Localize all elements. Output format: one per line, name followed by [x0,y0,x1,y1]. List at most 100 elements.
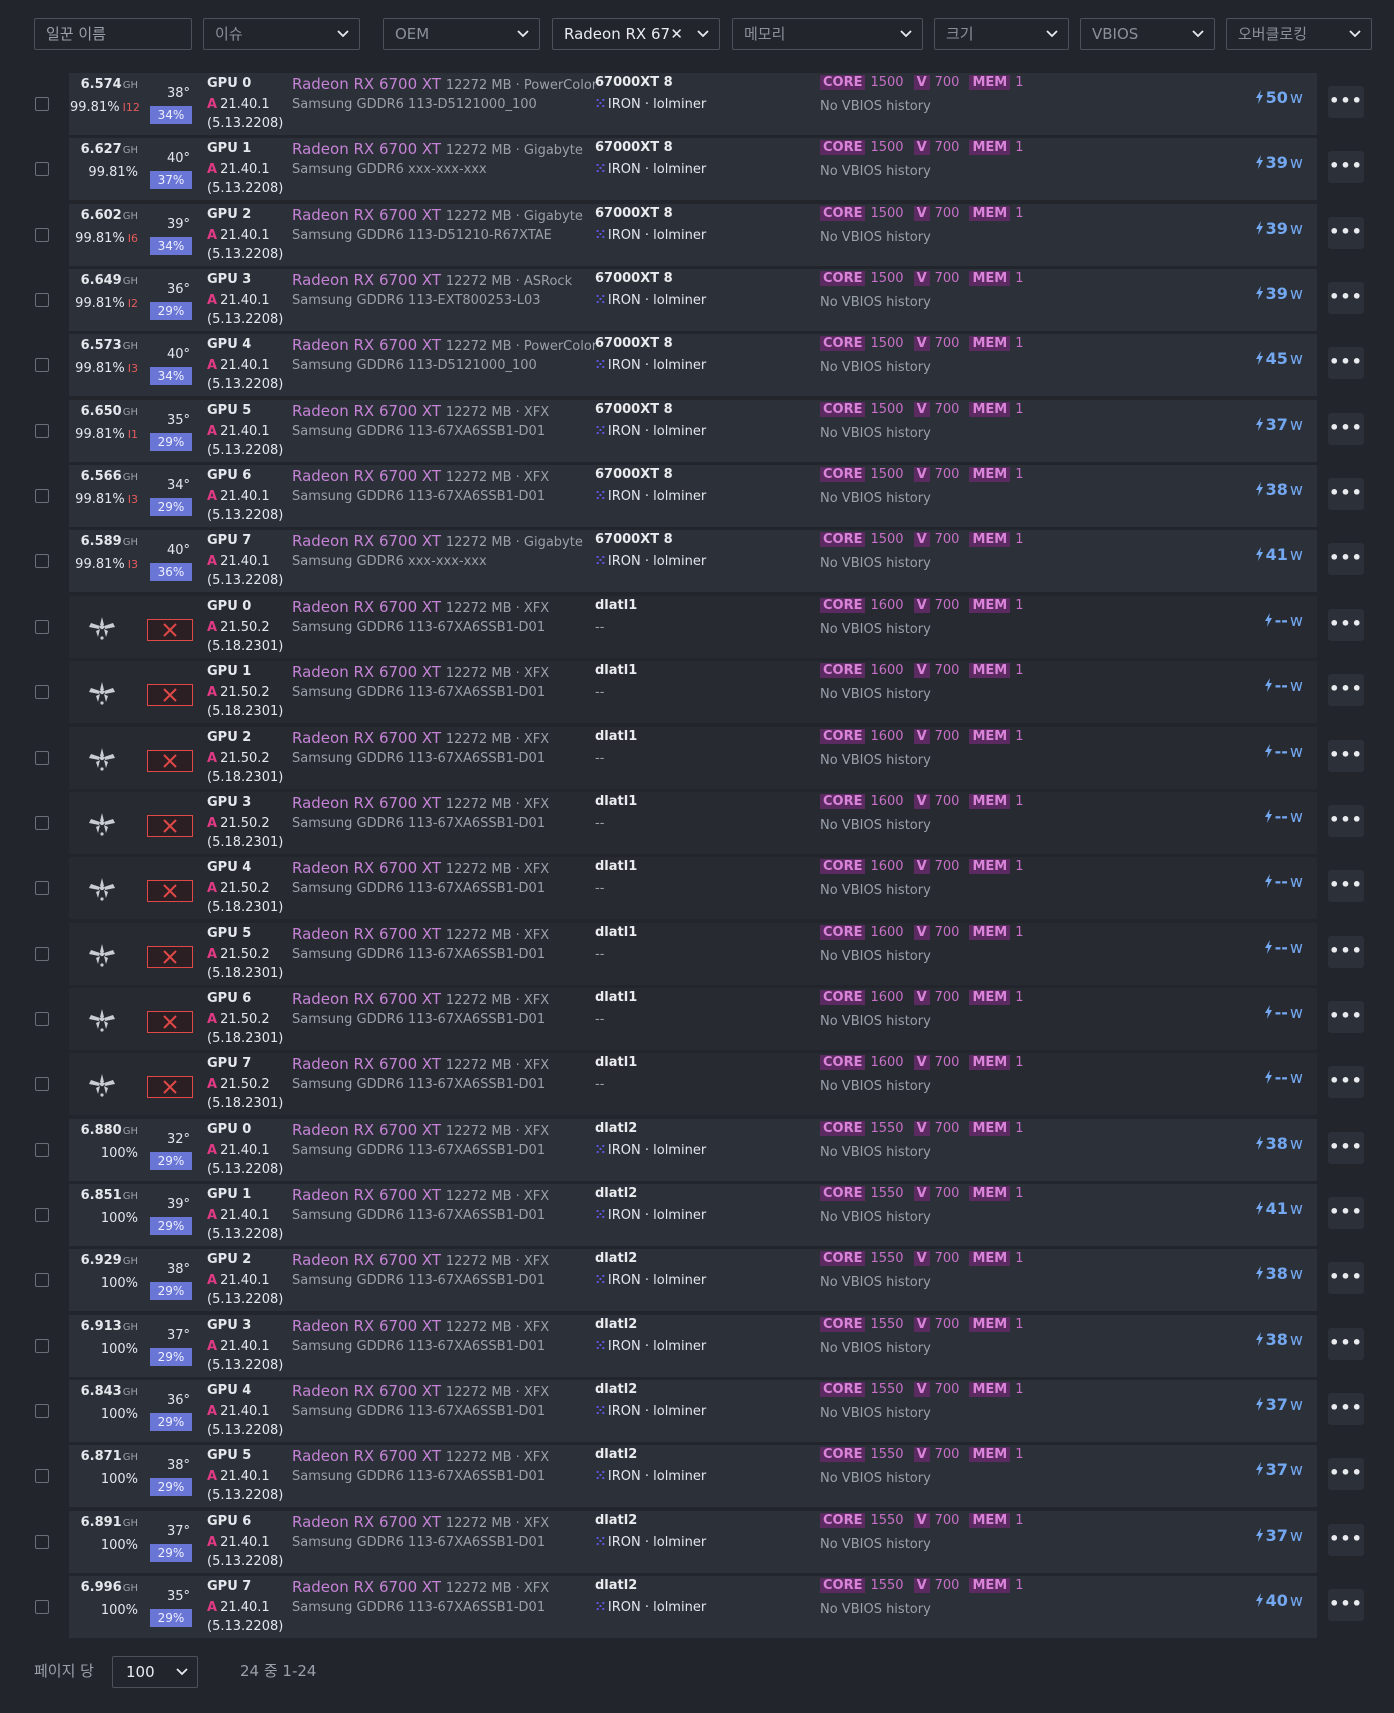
rig-name[interactable]: dlatl1 [595,729,637,744]
rig-name[interactable]: dlatl2 [595,1186,637,1201]
gpu-model-link[interactable]: Radeon RX 6700 XT [292,663,441,681]
rig-name[interactable]: dlatl1 [595,1055,637,1070]
row-checkbox[interactable] [35,881,49,895]
more-actions-button[interactable]: ••• [1328,1458,1364,1490]
more-actions-button[interactable]: ••• [1328,1197,1364,1229]
issue-filter-select[interactable]: 이슈 [203,18,360,50]
table-row[interactable]: 6.573GH 99.81% I3 40° 34% GPU 4 A 21.40.1 (5.13.… [0,333,1394,397]
rig-name[interactable]: dlatl1 [595,990,637,1005]
more-actions-button[interactable]: ••• [1328,805,1364,837]
row-checkbox[interactable] [35,293,49,307]
rig-name[interactable]: 67000XT 8 [595,271,673,286]
overclock-filter-select[interactable]: 오버클로킹 [1226,18,1372,50]
oem-filter-select[interactable]: OEM [383,18,540,50]
gpu-model-link[interactable]: Radeon RX 6700 XT [292,990,441,1008]
table-row[interactable]: 6.589GH 99.81% I3 40° 36% GPU 7 A 21.40.1 (5.13.… [0,529,1394,593]
row-checkbox[interactable] [35,1077,49,1091]
table-row[interactable]: GPU 5 A 21.50.2 (5.18.2301) Radeon RX 6700 X… [0,922,1394,986]
table-row[interactable]: 6.913GH 100% 37° 29% GPU 3 A 21.40.1 (5.13.2208… [0,1314,1394,1378]
rig-name[interactable]: dlatl1 [595,859,637,874]
rig-name[interactable]: dlatl2 [595,1317,637,1332]
more-actions-button[interactable]: ••• [1328,1328,1364,1360]
row-checkbox[interactable] [35,1339,49,1353]
table-row[interactable]: 6.880GH 100% 32° 29% GPU 0 A 21.40.1 (5.13.2208… [0,1118,1394,1182]
gpu-model-link[interactable]: Radeon RX 6700 XT [292,1186,441,1204]
gpu-model-link[interactable]: Radeon RX 6700 XT [292,271,441,289]
rig-name[interactable]: 67000XT 8 [595,336,673,351]
gpu-model-link[interactable]: Radeon RX 6700 XT [292,925,441,943]
per-page-select[interactable]: 100 [112,1656,198,1688]
rig-name[interactable]: 67000XT 8 [595,140,673,155]
gpu-model-link[interactable]: Radeon RX 6700 XT [292,1513,441,1531]
size-filter-select[interactable]: 크기 [934,18,1069,50]
gpu-model-link[interactable]: Radeon RX 6700 XT [292,532,441,550]
gpu-model-link[interactable]: Radeon RX 6700 XT [292,75,441,93]
vbios-filter-select[interactable]: VBIOS [1080,18,1215,50]
rig-name[interactable]: 67000XT 8 [595,532,673,547]
table-row[interactable]: GPU 3 A 21.50.2 (5.18.2301) Radeon RX 6700 X… [0,791,1394,855]
gpu-model-link[interactable]: Radeon RX 6700 XT [292,140,441,158]
row-checkbox[interactable] [35,1404,49,1418]
rig-name[interactable]: dlatl2 [595,1578,637,1593]
clear-icon[interactable]: ✕ [670,19,683,49]
more-actions-button[interactable]: ••• [1328,478,1364,510]
row-checkbox[interactable] [35,1012,49,1026]
rig-name[interactable]: dlatl1 [595,598,637,613]
more-actions-button[interactable]: ••• [1328,347,1364,379]
row-checkbox[interactable] [35,162,49,176]
row-checkbox[interactable] [35,1143,49,1157]
row-checkbox[interactable] [35,947,49,961]
table-row[interactable]: GPU 7 A 21.50.2 (5.18.2301) Radeon RX 6700 X… [0,1052,1394,1116]
row-checkbox[interactable] [35,685,49,699]
table-row[interactable]: 6.574GH 99.81% I12 38° 34% GPU 0 A 21.40.1 (5.13… [0,72,1394,136]
row-checkbox[interactable] [35,358,49,372]
gpu-model-link[interactable]: Radeon RX 6700 XT [292,336,441,354]
row-checkbox[interactable] [35,1208,49,1222]
memory-filter-select[interactable]: 메모리 [732,18,923,50]
rig-name[interactable]: dlatl2 [595,1513,637,1528]
more-actions-button[interactable]: ••• [1328,1589,1364,1621]
model-filter-select[interactable]: Radeon RX 67 ✕ [552,18,720,50]
more-actions-button[interactable]: ••• [1328,870,1364,902]
table-row[interactable]: 6.843GH 100% 36° 29% GPU 4 A 21.40.1 (5.13.2208… [0,1379,1394,1443]
table-row[interactable]: 6.650GH 99.81% I1 35° 29% GPU 5 A 21.40.1 (5.13.… [0,399,1394,463]
row-checkbox[interactable] [35,1469,49,1483]
gpu-model-link[interactable]: Radeon RX 6700 XT [292,467,441,485]
gpu-model-link[interactable]: Radeon RX 6700 XT [292,1317,441,1335]
more-actions-button[interactable]: ••• [1328,936,1364,968]
rig-name[interactable]: dlatl1 [595,794,637,809]
gpu-model-link[interactable]: Radeon RX 6700 XT [292,1055,441,1073]
table-row[interactable]: 6.891GH 100% 37° 29% GPU 6 A 21.40.1 (5.13.2208… [0,1510,1394,1574]
row-checkbox[interactable] [35,228,49,242]
rig-name[interactable]: dlatl1 [595,663,637,678]
gpu-model-link[interactable]: Radeon RX 6700 XT [292,794,441,812]
table-row[interactable]: 6.649GH 99.81% I2 36° 29% GPU 3 A 21.40.1 (5.13.… [0,268,1394,332]
row-checkbox[interactable] [35,1535,49,1549]
rig-name[interactable]: 67000XT 8 [595,467,673,482]
gpu-model-link[interactable]: Radeon RX 6700 XT [292,1121,441,1139]
more-actions-button[interactable]: ••• [1328,543,1364,575]
worker-name-input[interactable]: 일꾼 이름 [34,18,192,50]
more-actions-button[interactable]: ••• [1328,1001,1364,1033]
gpu-model-link[interactable]: Radeon RX 6700 XT [292,1382,441,1400]
table-row[interactable]: 6.871GH 100% 38° 29% GPU 5 A 21.40.1 (5.13.2208… [0,1444,1394,1508]
row-checkbox[interactable] [35,424,49,438]
more-actions-button[interactable]: ••• [1328,740,1364,772]
row-checkbox[interactable] [35,1273,49,1287]
rig-name[interactable]: dlatl2 [595,1382,637,1397]
table-row[interactable]: 6.929GH 100% 38° 29% GPU 2 A 21.40.1 (5.13.2208… [0,1248,1394,1312]
more-actions-button[interactable]: ••• [1328,1132,1364,1164]
table-row[interactable]: 6.627GH 99.81% 40° 37% GPU 1 A 21.40.1 (5.13.22… [0,137,1394,201]
more-actions-button[interactable]: ••• [1328,282,1364,314]
more-actions-button[interactable]: ••• [1328,1066,1364,1098]
table-row[interactable]: 6.851GH 100% 39° 29% GPU 1 A 21.40.1 (5.13.2208… [0,1183,1394,1247]
gpu-model-link[interactable]: Radeon RX 6700 XT [292,859,441,877]
rig-name[interactable]: 67000XT 8 [595,75,673,90]
rig-name[interactable]: 67000XT 8 [595,402,673,417]
more-actions-button[interactable]: ••• [1328,413,1364,445]
gpu-model-link[interactable]: Radeon RX 6700 XT [292,206,441,224]
gpu-model-link[interactable]: Radeon RX 6700 XT [292,1251,441,1269]
more-actions-button[interactable]: ••• [1328,217,1364,249]
more-actions-button[interactable]: ••• [1328,151,1364,183]
table-row[interactable]: GPU 2 A 21.50.2 (5.18.2301) Radeon RX 6700 X… [0,726,1394,790]
